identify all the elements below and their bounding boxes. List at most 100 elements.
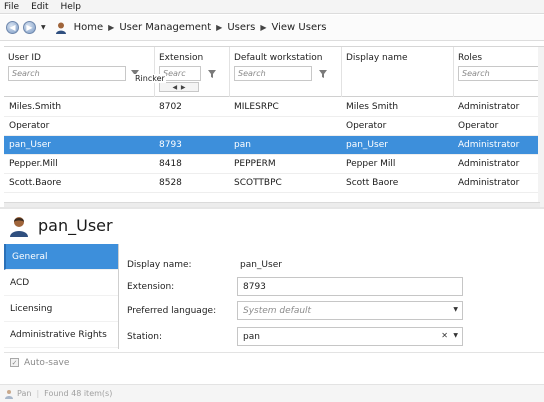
breadcrumb-user-management[interactable]: User Management (119, 22, 211, 33)
station-label: Station: (127, 332, 163, 342)
tab-administrative-rights[interactable]: Administrative Rights (4, 322, 118, 348)
cell-user-id: pan_User (9, 140, 51, 150)
breadcrumb-home[interactable]: Home (74, 22, 104, 33)
preferred-language-placeholder: System default (243, 306, 312, 316)
clear-icon[interactable]: ✕ (441, 331, 448, 340)
status-count: Found 48 item(s) (44, 389, 113, 398)
filter-icon[interactable] (207, 69, 217, 79)
grid-rows: Miles.Smith 8702 MILESRPC Miles Smith Ad… (4, 98, 544, 193)
column-label: Default workstation (234, 53, 323, 63)
history-dropdown-icon[interactable]: ▼ (41, 24, 46, 31)
display-name-label: Display name: (127, 260, 192, 270)
chevron-right-icon: ▶ (216, 23, 223, 32)
cell-extension: 8418 (159, 159, 182, 169)
cell-roles: Administrator (458, 178, 520, 188)
cell-display-name: Operator (346, 121, 387, 131)
filter-icon[interactable] (318, 69, 328, 79)
table-row[interactable]: Scott.Baore 8528 SCOTTBPC Scott Baore Ad… (4, 174, 544, 193)
menu-edit[interactable]: Edit (31, 2, 48, 12)
menu-file[interactable]: File (4, 2, 19, 12)
cell-display-name: Pepper Mill (346, 159, 396, 169)
user-icon (5, 389, 13, 399)
extension-stepper[interactable]: ◀ ▶ (159, 82, 199, 92)
cell-workstation: MILESRPC (234, 102, 279, 112)
table-row-selected[interactable]: pan_User 8793 pan pan_User Administrator (4, 136, 544, 155)
cell-workstation: SCOTTBPC (234, 178, 282, 188)
vertical-scrollbar[interactable] (538, 47, 544, 207)
cell-roles: Administrator (458, 102, 520, 112)
cell-workstation: pan (234, 140, 251, 150)
column-user-id[interactable]: User ID Search (4, 47, 155, 97)
table-row[interactable]: Operator Operator Operator (4, 117, 544, 136)
roles-search-input[interactable]: Search (458, 66, 540, 81)
cell-workstation: PEPPERM (234, 159, 276, 169)
preferred-language-select[interactable]: System default ▼ (237, 301, 463, 320)
preferred-language-label: Preferred language: (127, 306, 217, 316)
column-extension[interactable]: Extension Searc ◀ ▶ (155, 47, 230, 97)
tab-licensing[interactable]: Licensing (4, 296, 118, 322)
column-label: Extension (159, 53, 204, 63)
autosave-label: Auto-save (24, 357, 70, 368)
breadcrumb-users[interactable]: Users (227, 22, 255, 33)
tooltip-popup: Rincker (134, 74, 166, 83)
forward-button[interactable]: ▶ (23, 21, 36, 34)
status-user: Pan (17, 389, 32, 398)
grid-header: User ID Search Extension Searc ◀ ▶ Defau… (4, 47, 544, 97)
detail-title: pan_User (38, 216, 113, 235)
menu-bar: File Edit Help (0, 0, 544, 14)
cell-extension: 8528 (159, 178, 182, 188)
arrow-left-icon[interactable]: ◀ (172, 84, 177, 91)
arrow-right-icon[interactable]: ▶ (181, 84, 186, 91)
station-select[interactable]: pan ✕ ▼ (237, 327, 463, 346)
cell-user-id: Scott.Baore (9, 178, 62, 188)
autosave-checkbox[interactable]: ✓ (10, 358, 19, 367)
cell-user-id: Miles.Smith (9, 102, 62, 112)
cell-display-name: pan_User (346, 140, 388, 150)
column-label: Display name (346, 53, 408, 63)
detail-header: pan_User (0, 209, 544, 242)
detail-tabs: General ACD Licensing Administrative Rig… (4, 244, 119, 349)
user-id-search-input[interactable]: Search (8, 66, 126, 81)
display-name-value: pan_User (240, 260, 282, 270)
autosave-row: ✓ Auto-save (4, 352, 544, 372)
table-row[interactable]: Pepper.Mill 8418 PEPPERM Pepper Mill Adm… (4, 155, 544, 174)
back-button[interactable]: ◀ (6, 21, 19, 34)
cell-roles: Operator (458, 121, 499, 131)
cell-extension: 8702 (159, 102, 182, 112)
tab-acd[interactable]: ACD (4, 270, 118, 296)
extension-label: Extension: (127, 282, 175, 292)
tab-general[interactable]: General (4, 244, 118, 270)
cell-display-name: Miles Smith (346, 102, 399, 112)
menu-help[interactable]: Help (61, 2, 82, 12)
arrow-left-icon: ◀ (9, 22, 16, 32)
users-grid: User ID Search Extension Searc ◀ ▶ Defau… (4, 46, 544, 207)
cell-user-id: Operator (9, 121, 50, 131)
user-avatar-icon (10, 216, 28, 237)
chevron-down-icon[interactable]: ▼ (453, 306, 458, 313)
extension-field[interactable]: 8793 (237, 277, 463, 296)
general-form: Display name: pan_User Extension: 8793 P… (120, 244, 544, 349)
workstation-search-input[interactable]: Search (234, 66, 312, 81)
breadcrumb-view-users: View Users (271, 22, 327, 33)
navigation-bar: ◀ ▶ ▼ Home ▶ User Management ▶ Users ▶ V… (0, 15, 544, 41)
station-value: pan (243, 332, 260, 342)
chevron-right-icon: ▶ (108, 23, 115, 32)
cell-roles: Administrator (458, 140, 520, 150)
cell-user-id: Pepper.Mill (9, 159, 58, 169)
chevron-right-icon: ▶ (260, 23, 267, 32)
status-separator: | (36, 389, 40, 398)
column-label: Roles (458, 53, 483, 63)
chevron-down-icon[interactable]: ▼ (453, 332, 458, 339)
table-row[interactable]: Miles.Smith 8702 MILESRPC Miles Smith Ad… (4, 98, 544, 117)
column-display-name[interactable]: Display name (342, 47, 454, 97)
checkmark-icon: ✓ (11, 358, 18, 367)
extension-field-value: 8793 (243, 282, 266, 292)
user-icon (55, 22, 66, 34)
column-roles[interactable]: Roles Search (454, 47, 544, 97)
cell-display-name: Scott Baore (346, 178, 399, 188)
status-bar: Pan | Found 48 item(s) (0, 384, 544, 402)
column-default-workstation[interactable]: Default workstation Search (230, 47, 342, 97)
arrow-right-icon: ▶ (26, 22, 33, 32)
cell-roles: Administrator (458, 159, 520, 169)
column-label: User ID (8, 53, 41, 63)
